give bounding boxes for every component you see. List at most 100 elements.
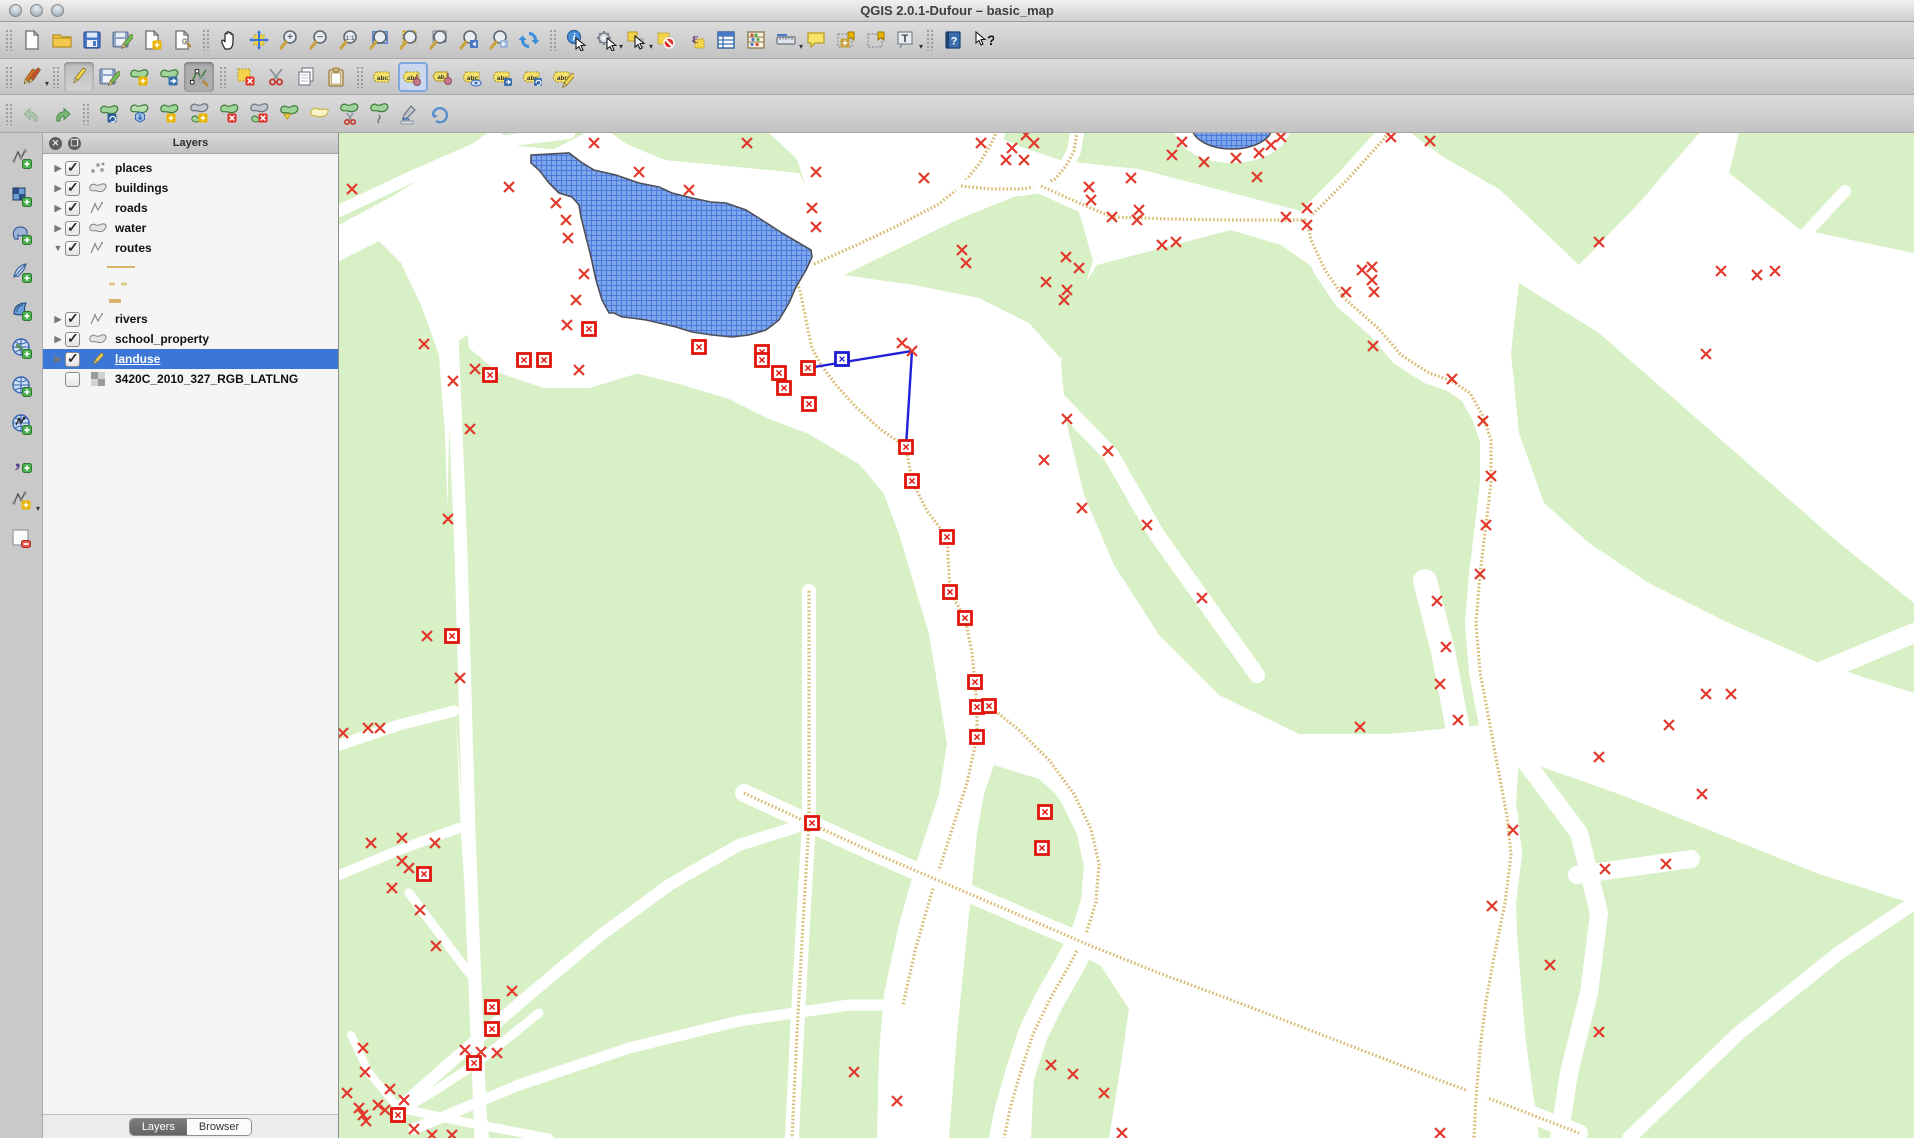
cut-features-button[interactable] bbox=[261, 62, 291, 92]
pan-map-button[interactable] bbox=[214, 25, 244, 55]
toolbar-grip[interactable] bbox=[5, 103, 14, 125]
selected-vertex-marker[interactable] bbox=[693, 341, 706, 354]
add-delimited-text-button[interactable]: , bbox=[4, 445, 38, 479]
dropdown-arrow-icon[interactable]: ▾ bbox=[36, 504, 40, 513]
routes-style-swatch[interactable] bbox=[43, 275, 338, 292]
selected-vertex-marker[interactable] bbox=[971, 731, 984, 744]
paste-features-button[interactable] bbox=[321, 62, 351, 92]
add-wms-layer-button[interactable] bbox=[4, 331, 38, 365]
label-settings-button[interactable]: abc bbox=[368, 62, 398, 92]
composer-manager-button[interactable] bbox=[167, 25, 197, 55]
rotate-point-symbols-button[interactable] bbox=[424, 99, 454, 129]
delete-part-button[interactable] bbox=[244, 99, 274, 129]
zoom-to-selection-button[interactable] bbox=[394, 25, 424, 55]
zoom-last-button[interactable] bbox=[454, 25, 484, 55]
zoom-next-button[interactable] bbox=[484, 25, 514, 55]
identify-features-button[interactable]: i bbox=[561, 25, 591, 55]
measure-line-button[interactable]: ▾ bbox=[771, 25, 801, 55]
expand-arrow-icon[interactable]: ▶ bbox=[51, 183, 65, 194]
new-print-composer-button[interactable] bbox=[137, 25, 167, 55]
layer-item-school-property[interactable]: ▶ school_property bbox=[43, 329, 338, 349]
expand-arrow-icon[interactable]: ▶ bbox=[51, 334, 65, 345]
save-project-button[interactable] bbox=[77, 25, 107, 55]
dropdown-arrow-icon[interactable]: ▾ bbox=[919, 42, 923, 51]
layer-visibility-checkbox[interactable] bbox=[65, 241, 80, 256]
selected-vertex-marker[interactable] bbox=[944, 586, 957, 599]
label-properties-button[interactable]: abc bbox=[548, 62, 578, 92]
map-canvas[interactable] bbox=[339, 133, 1914, 1138]
toggle-editing-button[interactable] bbox=[64, 62, 94, 92]
toolbar-grip[interactable] bbox=[219, 66, 228, 88]
panel-tab-browser[interactable]: Browser bbox=[187, 1119, 251, 1135]
select-features-button[interactable]: ▾ bbox=[621, 25, 651, 55]
map-tips-button[interactable] bbox=[801, 25, 831, 55]
add-vector-layer-button[interactable] bbox=[4, 141, 38, 175]
selected-vertex-marker[interactable] bbox=[773, 367, 786, 380]
zoom-to-layer-button[interactable] bbox=[424, 25, 454, 55]
label-hold-button[interactable]: ab bbox=[428, 62, 458, 92]
move-feature-button[interactable] bbox=[154, 62, 184, 92]
redo-button[interactable] bbox=[47, 99, 77, 129]
merge-attributes-button[interactable] bbox=[394, 99, 424, 129]
toolbar-grip[interactable] bbox=[356, 66, 365, 88]
show-bookmarks-button[interactable] bbox=[861, 25, 891, 55]
new-bookmark-button[interactable] bbox=[831, 25, 861, 55]
toolbar-grip[interactable] bbox=[52, 66, 61, 88]
layer-visibility-checkbox[interactable] bbox=[65, 352, 80, 367]
label-rotate-button[interactable]: abc bbox=[518, 62, 548, 92]
selected-vertex-marker[interactable] bbox=[538, 354, 551, 367]
deselect-features-button[interactable] bbox=[651, 25, 681, 55]
selected-vertex-marker[interactable] bbox=[803, 398, 816, 411]
selected-vertex-marker[interactable] bbox=[983, 700, 996, 713]
selected-vertex-marker[interactable] bbox=[941, 531, 954, 544]
selected-vertex-marker[interactable] bbox=[486, 1023, 499, 1036]
selected-vertex-marker[interactable] bbox=[969, 676, 982, 689]
selected-vertex-marker[interactable] bbox=[906, 475, 919, 488]
add-part-button[interactable] bbox=[184, 99, 214, 129]
add-ring-button[interactable] bbox=[154, 99, 184, 129]
toolbar-grip[interactable] bbox=[5, 66, 14, 88]
new-shapefile-layer-button[interactable]: ▾ bbox=[4, 483, 38, 517]
selected-vertex-marker[interactable] bbox=[1039, 806, 1052, 819]
add-postgis-layer-button[interactable] bbox=[4, 217, 38, 251]
split-features-button[interactable] bbox=[334, 99, 364, 129]
remove-layer-button[interactable] bbox=[4, 521, 38, 555]
active-vertex-marker[interactable] bbox=[836, 353, 849, 366]
expand-arrow-icon[interactable]: ▼ bbox=[51, 243, 65, 253]
save-project-as-button[interactable] bbox=[107, 25, 137, 55]
help-contents-button[interactable]: ? bbox=[938, 25, 968, 55]
offset-curve-button[interactable] bbox=[304, 99, 334, 129]
expand-arrow-icon[interactable]: ▶ bbox=[51, 354, 65, 365]
add-wcs-layer-button[interactable] bbox=[4, 369, 38, 403]
toolbar-grip[interactable] bbox=[82, 103, 91, 125]
text-annotation-button[interactable]: T▾ bbox=[891, 25, 921, 55]
layer-visibility-checkbox[interactable] bbox=[65, 181, 80, 196]
layer-item-water[interactable]: ▶ water bbox=[43, 218, 338, 238]
routes-style-swatch[interactable] bbox=[43, 292, 338, 309]
new-project-button[interactable] bbox=[17, 25, 47, 55]
add-wfs-layer-button[interactable] bbox=[4, 407, 38, 441]
open-attribute-table-button[interactable] bbox=[711, 25, 741, 55]
layer-visibility-checkbox[interactable] bbox=[65, 201, 80, 216]
add-feature-button[interactable] bbox=[124, 62, 154, 92]
zoom-native-button[interactable]: 1:1 bbox=[334, 25, 364, 55]
layer-item-3420c-2010-327-rgb-latlng[interactable]: 3420C_2010_327_RGB_LATLNG bbox=[43, 369, 338, 389]
selected-vertex-marker[interactable] bbox=[802, 362, 815, 375]
delete-selected-button[interactable] bbox=[231, 62, 261, 92]
split-parts-button[interactable] bbox=[364, 99, 394, 129]
selected-vertex-marker[interactable] bbox=[486, 1001, 499, 1014]
selected-vertex-marker[interactable] bbox=[900, 441, 913, 454]
save-layer-edits-button[interactable] bbox=[94, 62, 124, 92]
expand-arrow-icon[interactable]: ▶ bbox=[51, 203, 65, 214]
selected-vertex-marker[interactable] bbox=[756, 354, 769, 367]
add-spatialite-layer-button[interactable] bbox=[4, 255, 38, 289]
refresh-map-button[interactable] bbox=[514, 25, 544, 55]
layer-visibility-checkbox[interactable] bbox=[65, 161, 80, 176]
layer-item-buildings[interactable]: ▶ buildings bbox=[43, 178, 338, 198]
label-move-button[interactable]: abc bbox=[488, 62, 518, 92]
copy-features-button[interactable] bbox=[291, 62, 321, 92]
selected-vertex-marker[interactable] bbox=[468, 1057, 481, 1070]
selected-vertex-marker[interactable] bbox=[1036, 842, 1049, 855]
zoom-full-button[interactable] bbox=[364, 25, 394, 55]
label-visibility-button[interactable]: abc bbox=[458, 62, 488, 92]
